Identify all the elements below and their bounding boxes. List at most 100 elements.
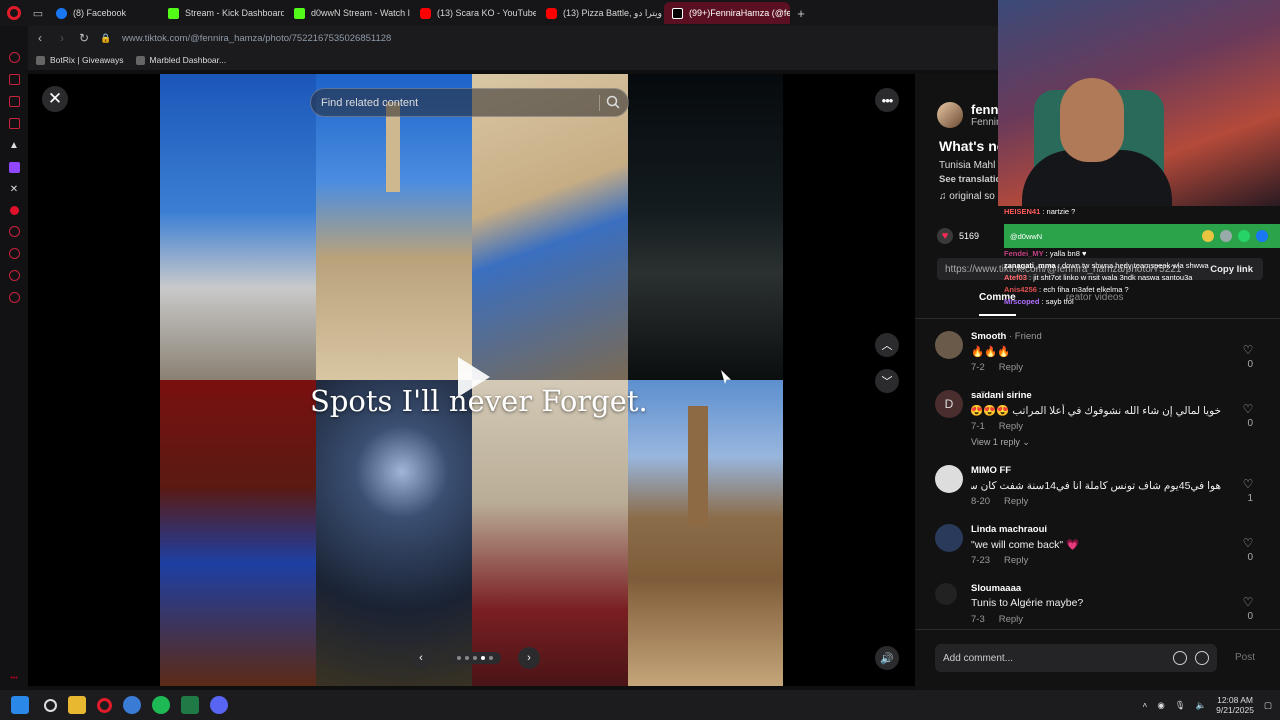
comment-date: 7-23 [971,555,991,566]
search-icon[interactable] [606,95,620,109]
see-translation-link[interactable]: See translatio [939,174,1001,185]
browser-tab-bar: ▭ (8) Facebook Stream - Kick Dashboard d… [0,0,1000,26]
heart-outline-icon[interactable]: ♡ [1241,343,1255,357]
sound-link[interactable]: ♫ original so [939,191,995,202]
reply-button[interactable]: Reply [999,362,1023,373]
x-icon[interactable]: ✕ [10,184,18,195]
post-comment-button[interactable]: Post [1235,652,1255,663]
avatar[interactable] [935,583,957,605]
chat-message: Mrscoped : sayb tfol [1004,297,1074,306]
reply-button[interactable]: Reply [1004,555,1028,566]
aria-icon[interactable] [8,52,20,63]
reply-button[interactable]: Reply [1004,496,1028,507]
clock[interactable]: 12:08 AM 9/21/2025 [1216,695,1254,715]
history-icon[interactable] [8,248,20,259]
comment-date: 8-20 [971,496,991,507]
bookmark-marbled[interactable]: Marbled Dashboar... [135,55,226,65]
reply-button[interactable]: Reply [999,421,1023,432]
tab-youtube-pizza[interactable]: (13) Pizza Battle, ؟ ويترا دو [538,2,662,24]
downloads-icon[interactable] [8,270,20,281]
emoji-icon[interactable] [1195,651,1209,665]
messenger-icon[interactable] [8,118,20,129]
avatar[interactable]: D [935,390,963,418]
comment-like-count: 0 [1247,418,1253,429]
avatar[interactable] [937,102,963,128]
new-tab-button[interactable]: + [792,6,810,21]
tab-kick-dashboard[interactable]: Stream - Kick Dashboard [160,2,284,24]
heart-outline-icon[interactable]: ♡ [1241,402,1255,416]
spotify-icon[interactable] [152,696,170,714]
more-options-button[interactable]: ••• [875,88,899,112]
settings-icon[interactable] [8,292,20,303]
comment-like-count: 1 [1247,493,1253,504]
kick-sidebar-icon[interactable]: ▲ [9,140,19,151]
carousel-prev-button[interactable]: ‹ [410,647,432,669]
tab-menu-icon[interactable]: ▭ [28,0,48,26]
heart-outline-icon[interactable]: ♡ [1241,477,1255,491]
file-explorer-icon[interactable] [68,696,86,714]
photo-collage[interactable]: Find related content Spots I'll never Fo… [160,74,783,686]
system-tray: ˄ ◉ 🎙 🔈 12:08 AM 9/21/2025 ▢ [1142,690,1272,720]
discord-icon[interactable] [210,696,228,714]
comment-item: D saïdani sirine خويا لمالي إن شاء الله … [935,388,1255,463]
search-icon[interactable] [44,698,57,712]
bookmark-botrix[interactable]: BotRix | Giveaways [36,55,124,65]
tab-facebook[interactable]: (8) Facebook [48,2,158,24]
add-icon[interactable] [8,226,20,237]
notification-icon[interactable]: ▢ [1264,700,1272,711]
comment-item: Linda machraoui "we will come back" 💗 7-… [935,522,1255,581]
photo-underground-well [316,380,472,686]
windows-start-icon[interactable] [11,696,29,714]
opera-icon[interactable] [97,697,112,713]
author-row[interactable]: fenni Fennir [937,102,1002,128]
heart-icon[interactable]: ♥ [937,228,953,244]
app-icon[interactable] [123,696,141,714]
carousel-dots [449,652,501,664]
social-banner: @d0wwN [1004,224,1280,248]
url-field[interactable]: www.tiktok.com/@fennira_hamza/photo/7522… [122,33,391,44]
chevron-up-icon[interactable]: ˄ [1142,700,1147,710]
close-button[interactable]: ✕ [42,86,68,112]
heart-outline-icon[interactable]: ♡ [1241,595,1255,609]
lock-icon[interactable]: 🔒 [100,33,112,44]
tab-kick-stream[interactable]: d0wwN Stream - Watch l [286,2,410,24]
mention-icon[interactable] [1173,651,1187,665]
reply-button[interactable]: Reply [999,614,1023,625]
tab-tiktok[interactable]: (99+)FenniraHamza (@fe [664,2,790,24]
carousel-next-button[interactable]: › [518,647,540,669]
address-bar: ‹ › ↻ 🔒 www.tiktok.com/@fennira_hamza/ph… [28,26,1000,50]
grid-icon [135,55,145,65]
volume-button[interactable]: 🔊 [875,646,899,670]
avatar[interactable] [935,524,963,552]
reload-icon[interactable]: ↻ [78,31,90,45]
bookmarks-bar: BotRix | Giveaways Marbled Dashboar... [28,50,1000,70]
related-search-input[interactable]: Find related content [310,88,629,117]
comment-author: saïdani sirine [971,390,1032,401]
chevron-right-icon: › [527,652,531,664]
comment-text: 🔥🔥🔥 [971,346,1011,358]
forward-icon[interactable]: › [56,31,68,45]
more-icon[interactable]: ••• [10,675,17,682]
comment-item: Smooth · Friend 🔥🔥🔥 7-2 Reply ♡ 0 [935,329,1255,388]
heart-outline-icon[interactable]: ♡ [1241,536,1255,550]
back-icon[interactable]: ‹ [34,31,46,45]
avatar[interactable] [935,331,963,359]
wallet-icon[interactable] [8,96,20,107]
previous-post-button[interactable]: ︿ [875,333,899,357]
speaker-icon[interactable]: 🔈 [1196,700,1207,711]
twitch-icon[interactable] [8,162,20,173]
opera-logo-icon[interactable] [0,0,28,26]
avatar[interactable] [935,465,963,493]
photo-mosque-interior [472,380,628,686]
view-replies-link[interactable]: View 1 reply ⌄ [971,437,1030,448]
network-icon[interactable]: ◉ [1157,700,1164,711]
next-post-button[interactable]: ﹀ [875,369,899,393]
comment-input[interactable]: Add comment... [935,644,1217,672]
coin-icon [1202,230,1214,242]
microphone-icon[interactable]: 🎙 [1175,700,1186,711]
shopping-icon[interactable] [8,74,20,85]
youtube-sidebar-icon[interactable] [9,206,19,215]
comment-text: خويا لمالي إن شاء الله نشوفوك في أعلا ال… [971,405,1221,417]
excel-icon[interactable] [181,696,199,714]
tab-youtube-scara[interactable]: (13) Scara KO - YouTube [412,2,536,24]
